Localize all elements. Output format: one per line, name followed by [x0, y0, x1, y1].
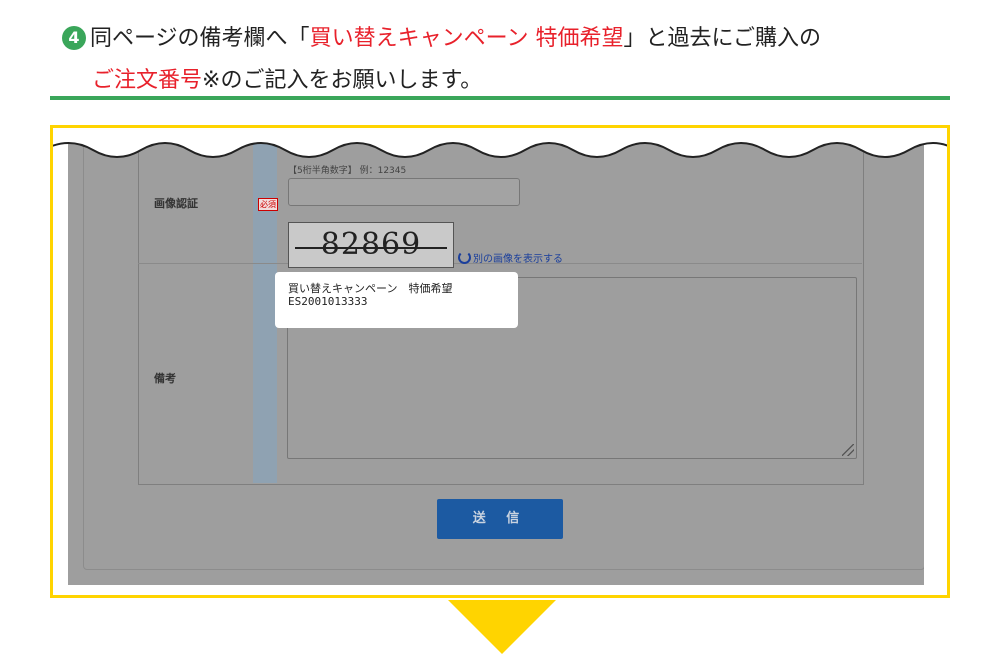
screenshot-frame: 画像認証 必須 【5桁半角数字】 例：12345 82869 別の画像を表示する… [50, 125, 950, 598]
down-arrow-icon [448, 600, 556, 654]
captcha-strike [295, 247, 447, 249]
section-divider [50, 96, 950, 100]
refresh-link-label: 別の画像を表示する [473, 254, 563, 265]
torn-edge-wave [53, 128, 947, 158]
remarks-text: 買い替えキャンペーン 特価希望 ES2001013333 [288, 282, 452, 308]
captcha-image: 82869 [288, 222, 454, 268]
form-screenshot: 画像認証 必須 【5桁半角数字】 例：12345 82869 別の画像を表示する… [68, 138, 924, 585]
refresh-captcha-link[interactable]: 別の画像を表示する [458, 250, 563, 265]
remarks-line-1: 買い替えキャンペーン 特価希望 [288, 282, 453, 295]
instruction-part: 」と過去にご購入の [623, 26, 822, 51]
instruction-line-1: 4 同ページの備考欄へ「買い替えキャンペーン 特価希望」と過去にご購入の [62, 18, 962, 60]
step-number-badge: 4 [62, 26, 86, 50]
refresh-icon [458, 251, 471, 264]
remarks-line-2: ES2001013333 [288, 295, 368, 308]
required-badge: 必須 [258, 198, 278, 211]
instruction-text: 4 同ページの備考欄へ「買い替えキャンペーン 特価希望」と過去にご購入の ご注文番… [62, 18, 962, 102]
instruction-part: 同ページの備考欄へ「 [90, 26, 310, 51]
captcha-label: 画像認証 [154, 197, 198, 210]
captcha-input[interactable] [288, 178, 520, 206]
submit-button[interactable]: 送 信 [437, 499, 563, 539]
order-number-phrase: ご注文番号 [92, 68, 203, 93]
remarks-label: 備考 [154, 372, 176, 385]
label-divider-column [253, 138, 277, 483]
captcha-code: 82869 [320, 227, 422, 262]
resize-grip-icon[interactable] [842, 444, 854, 456]
instruction-part: ※のご記入をお願いします。 [202, 68, 483, 93]
campaign-phrase: 買い替えキャンペーン 特価希望 [309, 26, 624, 51]
